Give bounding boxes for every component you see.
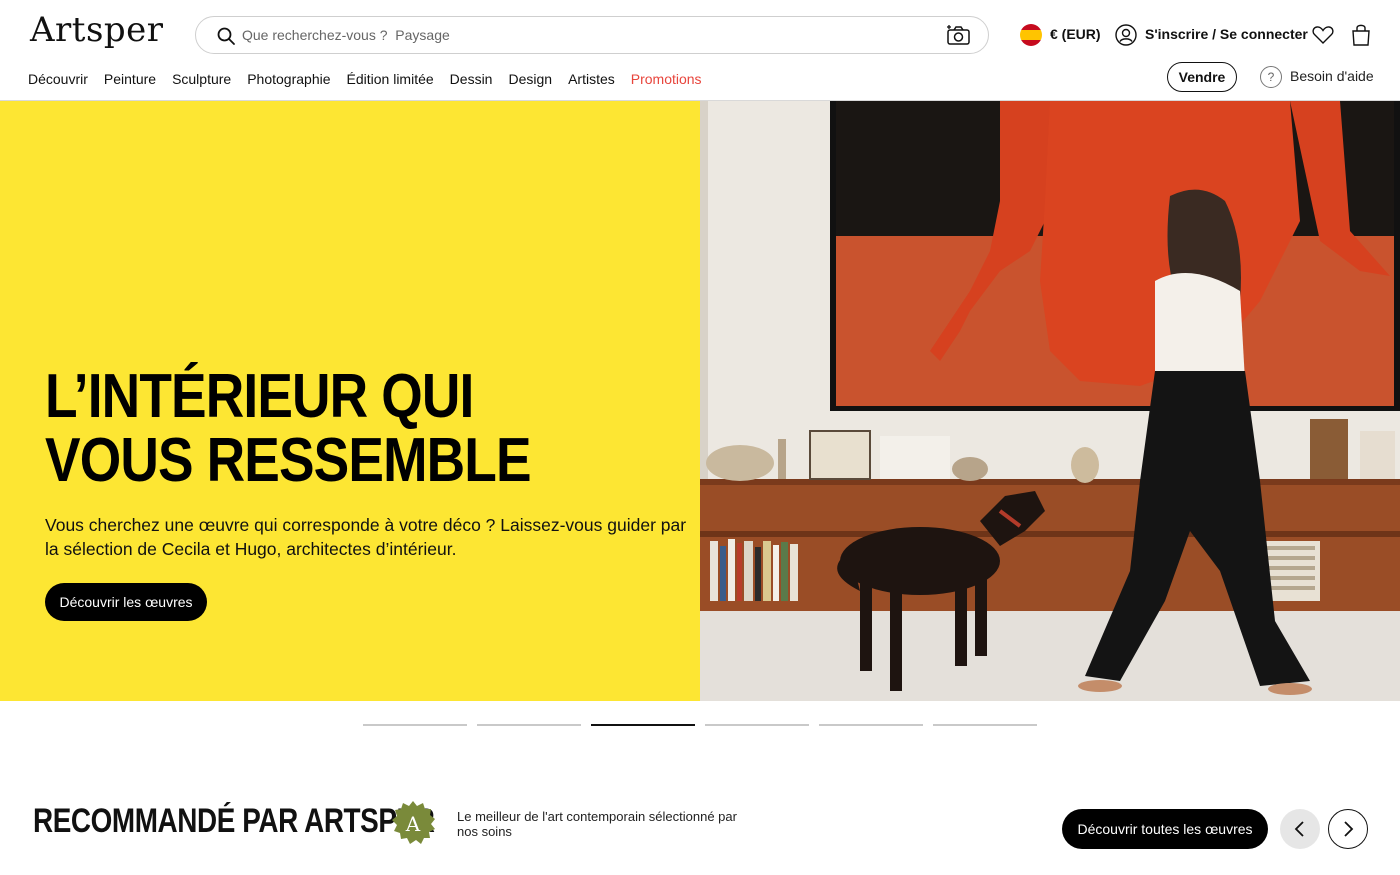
camera-icon[interactable] bbox=[946, 24, 972, 46]
carousel-dot[interactable] bbox=[705, 724, 809, 726]
question-icon[interactable]: ? bbox=[1260, 66, 1282, 88]
nav-item-edition-limitee[interactable]: Édition limitée bbox=[347, 71, 434, 87]
nav-item-design[interactable]: Design bbox=[508, 71, 552, 87]
carousel-dot[interactable] bbox=[363, 724, 467, 726]
nav-item-promotions[interactable]: Promotions bbox=[631, 71, 702, 87]
help-link[interactable]: Besoin d'aide bbox=[1290, 68, 1374, 84]
carousel-prev-button[interactable] bbox=[1280, 809, 1320, 849]
spain-flag-icon[interactable] bbox=[1020, 24, 1042, 46]
hero-image[interactable] bbox=[700, 101, 1400, 701]
carousel-dot-active[interactable] bbox=[591, 724, 695, 726]
carousel-dot[interactable] bbox=[819, 724, 923, 726]
header: Artsper € (EUR) S'inscrire / Se connecte… bbox=[0, 0, 1400, 101]
carousel-next-button[interactable] bbox=[1328, 809, 1368, 849]
hero-cta-button[interactable]: Découvrir les œuvres bbox=[45, 583, 207, 621]
nav-item-decouvrir[interactable]: Découvrir bbox=[28, 71, 88, 87]
search-icon bbox=[217, 27, 235, 45]
nav-item-dessin[interactable]: Dessin bbox=[450, 71, 493, 87]
section-description: Le meilleur de l'art contemporain sélect… bbox=[457, 809, 737, 839]
user-icon[interactable] bbox=[1115, 24, 1137, 46]
hero-title: L’INTÉRIEUR QUI VOUS RESSEMBLE bbox=[45, 362, 532, 495]
login-link[interactable]: S'inscrire / Se connecter bbox=[1145, 26, 1308, 42]
search-bar[interactable] bbox=[195, 16, 989, 54]
main-nav: Découvrir Peinture Sculpture Photographi… bbox=[28, 71, 702, 87]
nav-item-peinture[interactable]: Peinture bbox=[104, 71, 156, 87]
heart-icon[interactable] bbox=[1312, 25, 1334, 45]
search-input[interactable] bbox=[242, 23, 922, 47]
badge-letter: A bbox=[405, 812, 421, 836]
carousel-dot[interactable] bbox=[477, 724, 581, 726]
nav-item-artistes[interactable]: Artistes bbox=[568, 71, 615, 87]
discover-all-button[interactable]: Découvrir toutes les œuvres bbox=[1062, 809, 1268, 849]
currency-selector[interactable]: € (EUR) bbox=[1050, 26, 1101, 42]
nav-item-photographie[interactable]: Photographie bbox=[247, 71, 330, 87]
nav-item-sculpture[interactable]: Sculpture bbox=[172, 71, 231, 87]
carousel-dot[interactable] bbox=[933, 724, 1037, 726]
carousel-indicators bbox=[363, 724, 1037, 726]
artsper-badge-icon: A bbox=[392, 801, 435, 844]
chevron-right-icon bbox=[1344, 821, 1354, 837]
bag-icon[interactable] bbox=[1351, 23, 1371, 47]
hero-subtitle: Vous cherchez une œuvre qui corresponde … bbox=[45, 515, 687, 559]
sell-button[interactable]: Vendre bbox=[1167, 62, 1237, 92]
interior-photo bbox=[700, 101, 1400, 701]
section-title: RECOMMANDÉ PAR ARTSPER bbox=[33, 802, 435, 840]
logo[interactable]: Artsper bbox=[30, 10, 164, 50]
chevron-left-icon bbox=[1294, 821, 1304, 837]
